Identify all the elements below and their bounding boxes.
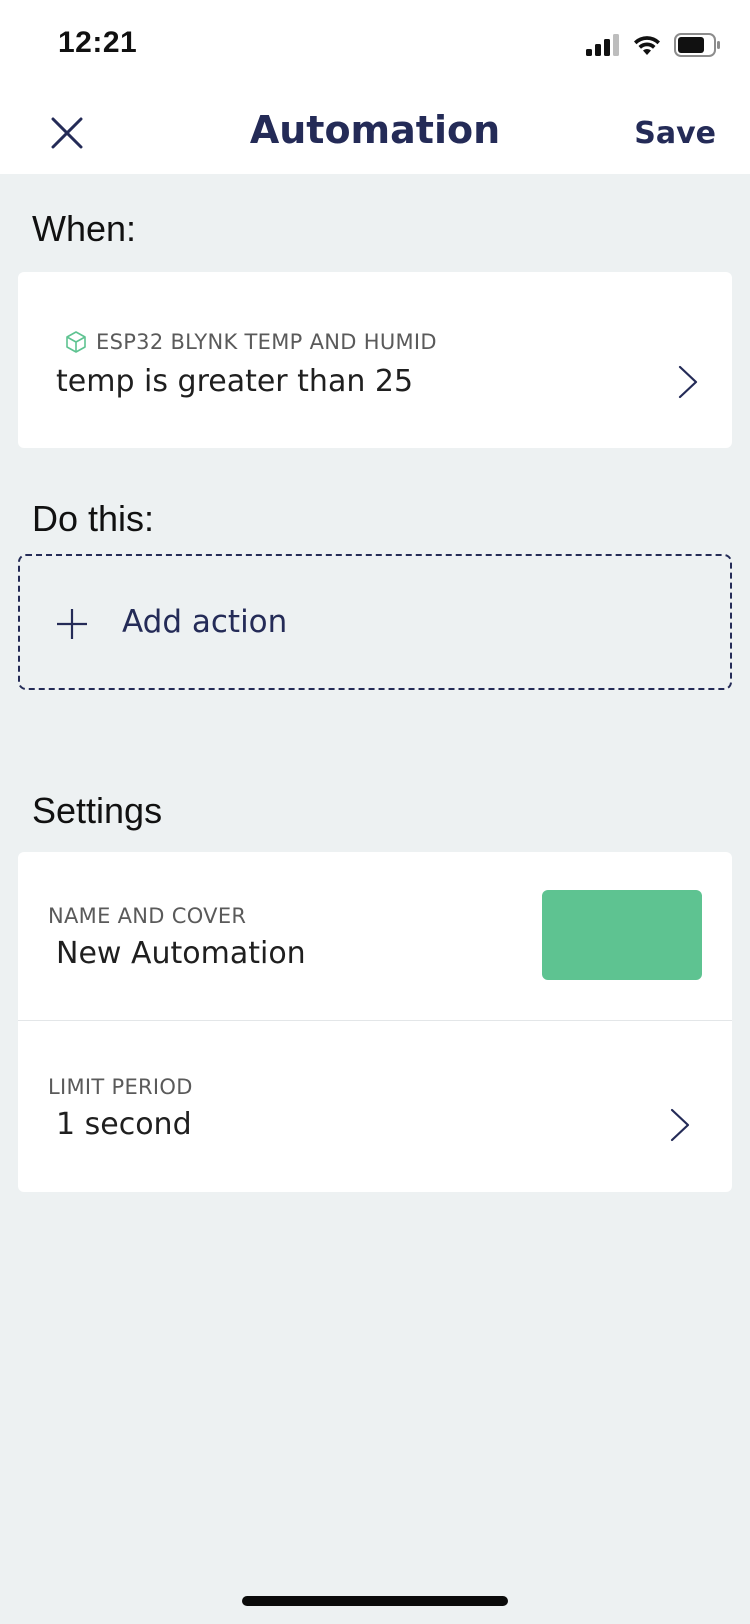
cover-image[interactable] — [542, 890, 702, 980]
when-section-title: When: — [32, 208, 137, 249]
chevron-right-icon — [678, 365, 698, 399]
limit-period-value: 1 second — [56, 1107, 192, 1142]
save-button[interactable]: Save — [634, 116, 716, 151]
limit-period-row[interactable]: LIMIT PERIOD 1 second — [18, 1021, 732, 1192]
battery-icon — [674, 33, 720, 57]
status-icons — [586, 30, 720, 60]
do-this-section-title: Do this: — [32, 498, 155, 539]
top-bar: 12:21 Automation Save — [0, 0, 750, 174]
automation-name: New Automation — [56, 936, 306, 971]
name-and-cover-row[interactable]: NAME AND COVER New Automation — [18, 852, 732, 1020]
settings-section-title: Settings — [32, 790, 163, 831]
add-action-button[interactable]: Add action — [18, 554, 732, 690]
trigger-condition: temp is greater than 25 — [56, 364, 414, 399]
trigger-card[interactable]: ESP32 BLYNK TEMP AND HUMID temp is great… — [18, 272, 732, 448]
cellular-signal-icon — [586, 34, 619, 56]
limit-period-label: LIMIT PERIOD — [48, 1075, 193, 1099]
wifi-icon — [634, 36, 660, 55]
settings-card: NAME AND COVER New Automation LIMIT PERI… — [18, 852, 732, 1192]
status-time: 12:21 — [58, 26, 138, 59]
chevron-right-icon — [670, 1108, 690, 1142]
home-indicator[interactable] — [242, 1596, 508, 1606]
automation-screen: 12:21 Automation Save When: ESP32 BLYNK … — [0, 0, 750, 1624]
trigger-device-row: ESP32 BLYNK TEMP AND HUMID — [64, 330, 437, 354]
name-and-cover-label: NAME AND COVER — [48, 904, 247, 928]
plus-icon — [57, 609, 87, 639]
add-action-label: Add action — [122, 604, 288, 640]
trigger-device-name: ESP32 BLYNK TEMP AND HUMID — [96, 330, 437, 354]
device-cube-icon — [66, 331, 86, 353]
